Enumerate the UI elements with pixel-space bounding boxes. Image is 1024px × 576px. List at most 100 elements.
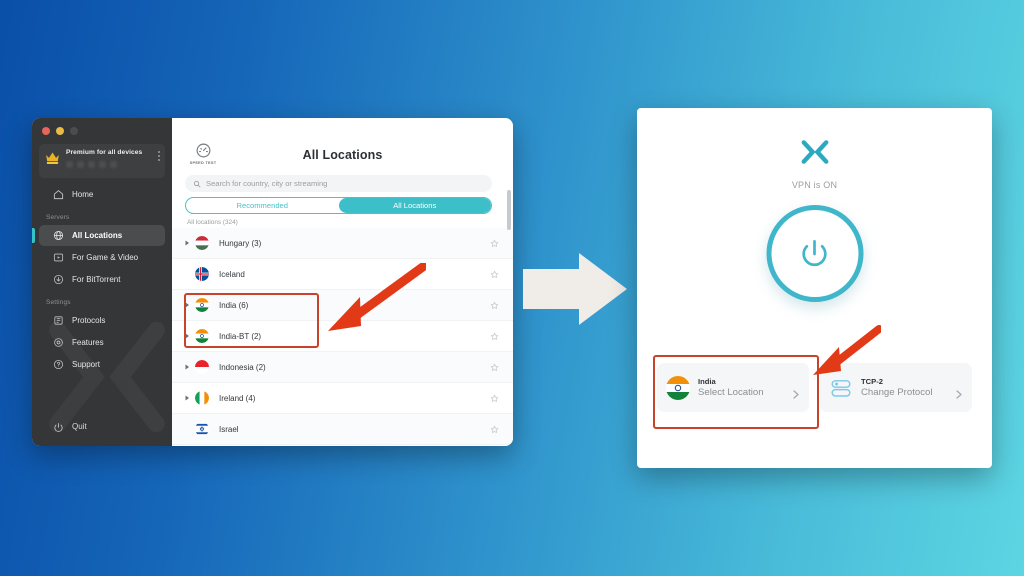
sidebar-item-label: Home <box>72 189 94 199</box>
vpn-status-text: VPN is ON <box>791 180 838 190</box>
speed-test-label: SPEED TEST <box>189 160 217 165</box>
tab-all-locations[interactable]: All Locations <box>338 198 491 213</box>
favorite-star-icon[interactable] <box>490 394 499 403</box>
kebab-menu-icon[interactable] <box>158 151 160 161</box>
list-header-count: All locations (324) <box>187 219 238 226</box>
flag-israel-icon <box>195 422 209 436</box>
window-traffic-lights[interactable] <box>42 127 78 135</box>
table-row[interactable]: Hungary (3) <box>172 228 513 259</box>
favorite-star-icon[interactable] <box>490 239 499 248</box>
country-list[interactable]: Hungary (3) Iceland India (6) India-BT (… <box>172 228 513 446</box>
list-scrollbar[interactable] <box>507 190 511 230</box>
gear-icon <box>54 338 63 347</box>
crown-icon <box>46 152 59 165</box>
search-icon <box>193 180 201 187</box>
change-protocol-card[interactable]: TCP-2 Change Protocol <box>820 363 972 412</box>
vpn-power-button[interactable] <box>766 205 863 302</box>
sidebar-item-label: For BitTorrent <box>72 274 121 284</box>
sidebar: Premium for all devices Home Servers All… <box>32 118 172 446</box>
minimize-button[interactable] <box>56 127 64 135</box>
favorite-star-icon[interactable] <box>490 332 499 341</box>
video-icon <box>53 253 64 262</box>
quit-label: Quit <box>72 422 87 431</box>
flag-india-icon <box>195 298 209 312</box>
table-row[interactable]: Indonesia (2) <box>172 352 513 383</box>
table-row[interactable]: India-BT (2) <box>172 321 513 352</box>
globe-icon <box>53 230 64 241</box>
favorite-star-icon[interactable] <box>490 270 499 279</box>
card-title: TCP-2 <box>861 376 883 386</box>
x-vpn-logo-icon <box>801 140 828 164</box>
speedometer-icon <box>196 143 210 158</box>
favorite-star-icon[interactable] <box>490 363 499 372</box>
card-subtitle: Change Protocol <box>861 386 933 398</box>
search-input[interactable] <box>206 179 484 188</box>
country-name: Indonesia (2) <box>219 362 266 372</box>
sidebar-item-label: All Locations <box>72 230 123 240</box>
sidebar-item-all-locations[interactable]: All Locations <box>32 225 165 246</box>
quick-settings-cards: India Select Location TCP-2 Change Proto… <box>657 363 972 412</box>
expand-arrow-icon[interactable] <box>183 364 192 370</box>
sidebar-item-for-game-video[interactable]: For Game & Video <box>39 247 165 268</box>
protocol-toggle-icon <box>831 379 851 397</box>
expand-arrow-icon[interactable] <box>183 240 192 246</box>
flag-iceland-icon <box>195 267 209 281</box>
close-button[interactable] <box>42 127 50 135</box>
favorite-star-icon[interactable] <box>490 425 499 434</box>
quit-button[interactable]: Quit <box>32 418 172 436</box>
sidebar-item-label: For Game & Video <box>72 252 139 262</box>
favorite-star-icon[interactable] <box>490 301 499 310</box>
sidebar-item-label: Protocols <box>72 315 106 325</box>
table-row[interactable]: India (6) <box>172 290 513 321</box>
chevron-right-icon <box>793 390 799 399</box>
expand-arrow-icon[interactable] <box>183 395 192 401</box>
help-icon <box>53 359 64 370</box>
premium-account-row[interactable]: Premium for all devices <box>39 144 165 178</box>
power-icon <box>54 422 63 432</box>
sidebar-item-support[interactable]: Support <box>39 354 165 375</box>
home-icon <box>53 190 64 200</box>
chevron-right-icon <box>956 390 962 399</box>
sidebar-item-home[interactable]: Home <box>39 184 165 205</box>
country-name: India (6) <box>219 300 249 310</box>
vpn-locations-window: Premium for all devices Home Servers All… <box>32 118 513 446</box>
sidebar-section-settings: Settings <box>46 299 71 306</box>
speed-test-button[interactable]: SPEED TEST <box>186 142 220 165</box>
sidebar-item-label: Support <box>72 359 101 369</box>
table-row[interactable]: Israel <box>172 414 513 445</box>
select-location-card[interactable]: India Select Location <box>657 363 809 412</box>
flag-india-icon <box>195 329 209 343</box>
premium-device-icons <box>66 161 117 168</box>
right-arrow-icon <box>523 253 627 325</box>
protocol-icon <box>54 316 63 325</box>
expand-arrow-icon[interactable] <box>183 333 192 339</box>
premium-label: Premium for all devices <box>66 149 143 156</box>
sidebar-item-protocols[interactable]: Protocols <box>39 310 165 331</box>
locations-panel: SPEED TEST All Locations Recommended All… <box>172 118 513 446</box>
page-title: All Locations <box>302 148 383 162</box>
sidebar-item-features[interactable]: Features <box>39 332 165 353</box>
table-row[interactable]: Ireland (4) <box>172 383 513 414</box>
flag-indonesia-icon <box>195 360 209 374</box>
country-name: India-BT (2) <box>219 331 262 341</box>
flag-hungary-icon <box>195 236 209 250</box>
table-row[interactable]: Iceland <box>172 259 513 290</box>
power-icon <box>802 239 827 266</box>
tab-recommended[interactable]: Recommended <box>186 198 339 213</box>
download-icon <box>53 274 64 285</box>
locations-tabs[interactable]: Recommended All Locations <box>185 197 492 214</box>
country-name: Hungary (3) <box>219 238 262 248</box>
sidebar-item-for-bittorrent[interactable]: For BitTorrent <box>39 269 165 290</box>
card-subtitle: Select Location <box>698 386 764 398</box>
sidebar-item-label: Features <box>72 337 104 347</box>
expand-arrow-icon[interactable] <box>183 302 192 308</box>
flag-ireland-icon <box>195 391 209 405</box>
search-box[interactable] <box>185 175 492 192</box>
country-name: Iceland <box>219 269 245 279</box>
sidebar-section-servers: Servers <box>46 214 70 221</box>
india-flag-icon <box>666 375 690 400</box>
zoom-button[interactable] <box>70 127 78 135</box>
country-name: Israel <box>219 424 239 434</box>
card-title: India <box>698 376 716 386</box>
country-name: Ireland (4) <box>219 393 256 403</box>
